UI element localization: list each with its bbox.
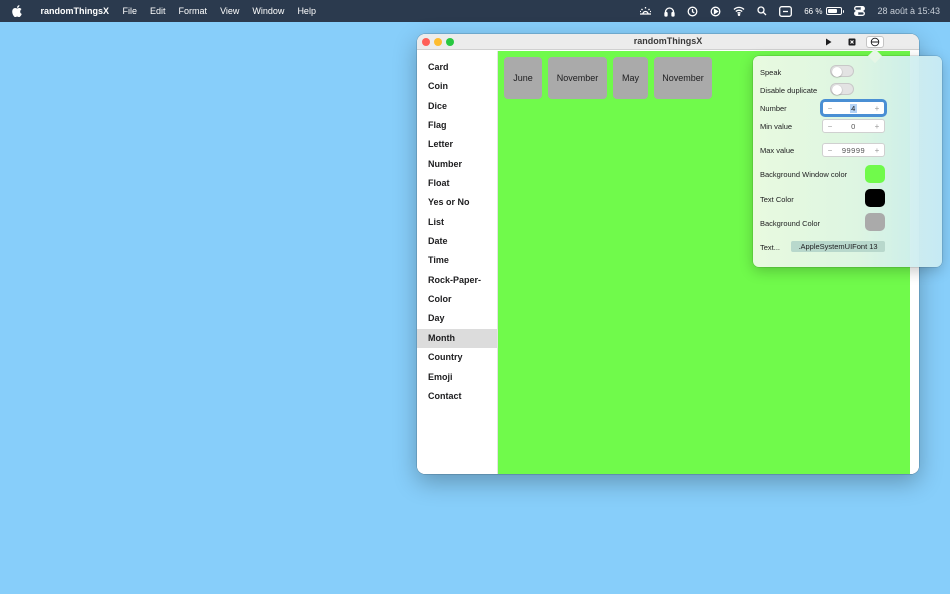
sidebar-item-day[interactable]: Day (417, 309, 497, 328)
text-color-label: Text Color (760, 195, 794, 204)
battery-percentage: 66 % (804, 6, 823, 16)
max-value-stepper[interactable]: − 99999 + (822, 143, 885, 157)
min-value-stepper[interactable]: − 0 + (822, 119, 885, 133)
background-window-color-well[interactable] (865, 165, 885, 183)
stop-button[interactable] (845, 36, 859, 48)
window-titlebar[interactable]: randomThingsX (417, 34, 919, 474)
number-label: Number (760, 104, 787, 113)
number-stepper[interactable]: − 4 + (822, 101, 885, 115)
sidebar-item-month[interactable]: Month (417, 328, 497, 349)
result-card: May (613, 57, 648, 99)
result-card: November (548, 57, 607, 99)
wifi-icon[interactable] (733, 6, 745, 16)
number-value: 4 (850, 103, 857, 113)
menu-view[interactable]: View (214, 0, 246, 22)
number-field[interactable]: 4 (837, 103, 870, 113)
background-color-label: Background Color (760, 219, 821, 228)
menu-edit[interactable]: Edit (144, 0, 173, 22)
background-window-color-label: Background Window color (760, 170, 848, 179)
font-picker-button[interactable]: .AppleSystemUIFont 13 (791, 241, 885, 252)
increment-button[interactable]: + (870, 122, 884, 131)
sidebar-item-contact[interactable]: Contact (417, 387, 497, 406)
max-value-label: Max value (760, 146, 795, 155)
increment-button[interactable]: + (870, 146, 884, 155)
decrement-button[interactable]: − (823, 122, 837, 131)
sidebar-item-date[interactable]: Date (417, 232, 497, 251)
decrement-button[interactable]: − (823, 104, 837, 113)
decrement-button[interactable]: − (823, 146, 837, 155)
settings-popover: Speak Disable duplicate Number − 4 + Min… (753, 56, 942, 267)
result-card: November (654, 57, 712, 99)
menu-help[interactable]: Help (291, 0, 323, 22)
speak-label: Speak (760, 68, 782, 77)
search-icon[interactable] (757, 6, 767, 16)
sidebar: Card Coin Dice Flag Letter Number Float … (417, 51, 498, 474)
menubar-clock[interactable]: 28 août à 15:43 (877, 6, 940, 16)
headphones-icon[interactable] (664, 6, 675, 17)
menu-format[interactable]: Format (172, 0, 214, 22)
text-color-well[interactable] (865, 189, 885, 207)
min-value-label: Min value (760, 122, 793, 131)
sidebar-item-color[interactable]: Color (417, 290, 497, 309)
stop-icon (848, 38, 856, 46)
menu-file[interactable]: File (116, 0, 144, 22)
disable-duplicate-toggle[interactable] (830, 83, 854, 95)
settings-popover-icon (870, 37, 880, 47)
status-area: 66 % 28 août à 15:43 (627, 0, 940, 22)
keyboard-brightness-icon[interactable] (639, 6, 652, 16)
sidebar-item-coin[interactable]: Coin (417, 77, 497, 96)
sidebar-item-flag[interactable]: Flag (417, 116, 497, 135)
sidebar-item-dice[interactable]: Dice (417, 97, 497, 116)
sidebar-item-list[interactable]: List (417, 213, 497, 232)
max-value-field[interactable]: 99999 (837, 146, 870, 155)
menu-app-name[interactable]: randomThingsX (34, 0, 116, 22)
sidebar-item-emoji[interactable]: Emoji (417, 368, 497, 387)
sidebar-item-rock-paper[interactable]: Rock-Paper- (417, 271, 497, 290)
disable-duplicate-label: Disable duplicate (760, 86, 818, 95)
increment-button[interactable]: + (870, 104, 884, 113)
result-cards: June November May November (504, 57, 718, 99)
play-circle-icon[interactable] (710, 6, 721, 17)
apple-logo-icon[interactable] (0, 5, 34, 17)
play-icon (826, 38, 832, 46)
menu-bar: randomThingsX File Edit Format View Wind… (0, 0, 950, 22)
text-input-icon[interactable] (779, 5, 793, 17)
time-machine-icon[interactable] (687, 6, 698, 17)
control-center-icon[interactable] (854, 6, 866, 16)
settings-button[interactable] (866, 36, 884, 48)
sidebar-item-yes-or-no[interactable]: Yes or No (417, 193, 497, 212)
result-card: June (504, 57, 542, 99)
sidebar-item-country[interactable]: Country (417, 348, 497, 367)
sidebar-item-letter[interactable]: Letter (417, 135, 497, 154)
sidebar-item-card[interactable]: Card (417, 58, 497, 77)
battery-icon[interactable] (826, 7, 845, 15)
play-button[interactable] (821, 36, 835, 48)
menu-window[interactable]: Window (246, 0, 291, 22)
speak-toggle[interactable] (830, 65, 854, 77)
text-font-label: Text... (760, 243, 781, 252)
min-value-field[interactable]: 0 (837, 122, 870, 131)
window-title: randomThingsX (633, 36, 703, 46)
sidebar-item-time[interactable]: Time (417, 251, 497, 270)
sidebar-item-number[interactable]: Number (417, 155, 497, 174)
background-color-well[interactable] (865, 213, 885, 231)
sidebar-item-float[interactable]: Float (417, 174, 497, 193)
